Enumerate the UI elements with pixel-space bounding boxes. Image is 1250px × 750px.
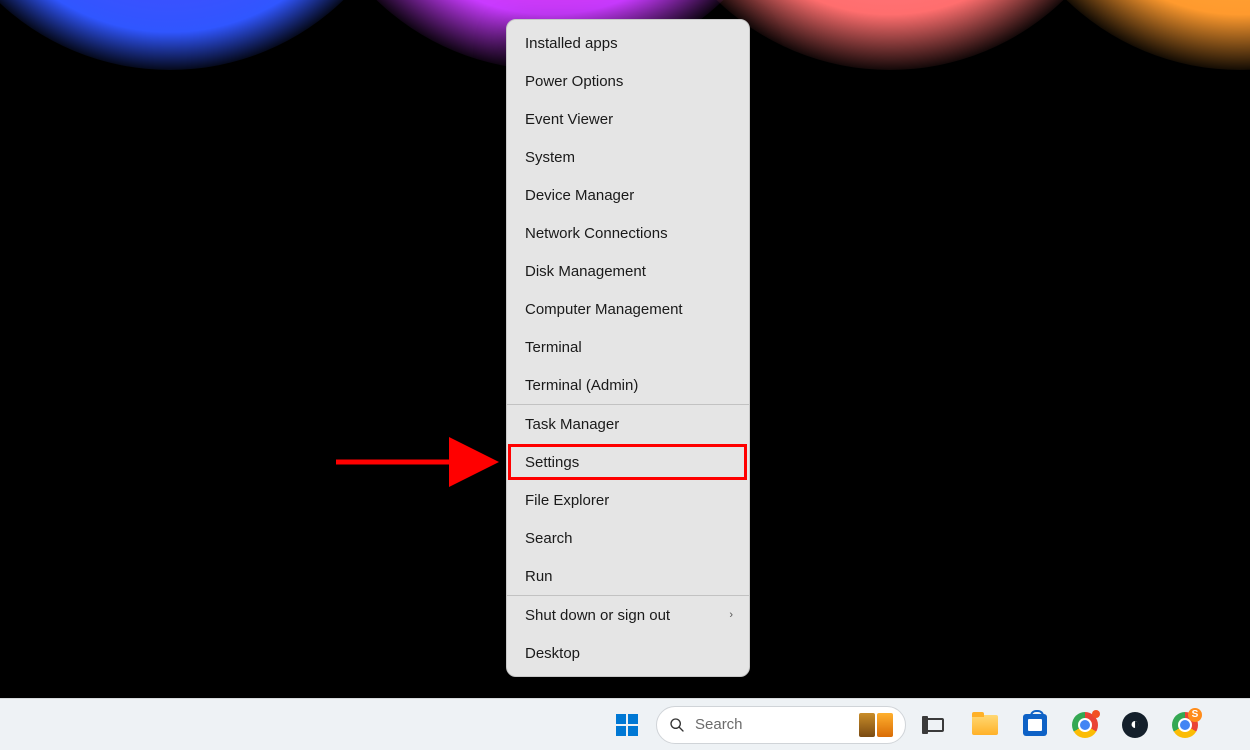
winx-item-network-connections[interactable]: Network Connections	[507, 214, 749, 252]
winx-item-label: Computer Management	[525, 301, 683, 318]
search-placeholder: Search	[695, 716, 849, 733]
winx-item-system[interactable]: System	[507, 138, 749, 176]
winx-item-label: Run	[525, 568, 553, 585]
winx-item-label: Search	[525, 530, 573, 547]
winx-item-label: Terminal	[525, 339, 582, 356]
task-view-button[interactable]	[914, 704, 956, 746]
winx-item-label: File Explorer	[525, 492, 609, 509]
taskbar: Search ◐ S	[0, 698, 1250, 750]
winx-item-settings[interactable]: Settings	[507, 443, 749, 481]
search-highlight-icon	[877, 713, 893, 737]
winx-item-label: System	[525, 149, 575, 166]
chrome-button[interactable]	[1064, 704, 1106, 746]
winx-item-label: Desktop	[525, 645, 580, 662]
winx-item-event-viewer[interactable]: Event Viewer	[507, 100, 749, 138]
winx-item-shut-down-or-sign-out[interactable]: Shut down or sign out ›	[507, 596, 749, 634]
file-explorer-button[interactable]	[964, 704, 1006, 746]
taskview-icon	[924, 714, 946, 736]
winx-item-terminal[interactable]: Terminal	[507, 328, 749, 366]
profile-badge-icon: S	[1188, 708, 1202, 722]
winx-item-label: Disk Management	[525, 263, 646, 280]
winx-item-installed-apps[interactable]: Installed apps	[507, 24, 749, 62]
taskbar-search[interactable]: Search	[656, 706, 906, 744]
winx-item-desktop[interactable]: Desktop	[507, 634, 749, 672]
winx-item-power-options[interactable]: Power Options	[507, 62, 749, 100]
windows-logo-icon	[616, 714, 638, 736]
winx-item-label: Installed apps	[525, 35, 618, 52]
folder-icon	[972, 715, 998, 735]
chrome-icon: S	[1172, 712, 1198, 738]
winx-item-task-manager[interactable]: Task Manager	[507, 405, 749, 443]
start-button[interactable]	[606, 704, 648, 746]
search-right-icons	[859, 713, 893, 737]
winx-item-file-explorer[interactable]: File Explorer	[507, 481, 749, 519]
winx-item-label: Settings	[525, 454, 579, 471]
winx-item-computer-management[interactable]: Computer Management	[507, 290, 749, 328]
winx-item-search[interactable]: Search	[507, 519, 749, 557]
winx-item-terminal-admin-[interactable]: Terminal (Admin)	[507, 366, 749, 404]
winx-item-label: Task Manager	[525, 416, 619, 433]
steam-icon: ◐	[1122, 712, 1148, 738]
winx-item-label: Shut down or sign out	[525, 607, 670, 624]
chrome-icon	[1072, 712, 1098, 738]
chrome-profile-button[interactable]: S	[1164, 704, 1206, 746]
winx-item-run[interactable]: Run	[507, 557, 749, 595]
search-highlight-icon	[859, 713, 875, 737]
notification-badge-icon	[1092, 710, 1100, 718]
winx-item-disk-management[interactable]: Disk Management	[507, 252, 749, 290]
store-icon	[1023, 714, 1047, 736]
microsoft-store-button[interactable]	[1014, 704, 1056, 746]
chevron-right-icon: ›	[729, 609, 733, 621]
steam-button[interactable]: ◐	[1114, 704, 1156, 746]
winx-item-label: Event Viewer	[525, 111, 613, 128]
winx-item-label: Power Options	[525, 73, 623, 90]
winx-item-label: Terminal (Admin)	[525, 377, 638, 394]
winx-menu: Installed apps Power Options Event Viewer S…	[506, 19, 750, 677]
wallpaper-blob	[0, 0, 420, 70]
winx-item-label: Network Connections	[525, 225, 668, 242]
winx-item-label: Device Manager	[525, 187, 634, 204]
search-icon	[669, 717, 685, 733]
winx-item-device-manager[interactable]: Device Manager	[507, 176, 749, 214]
